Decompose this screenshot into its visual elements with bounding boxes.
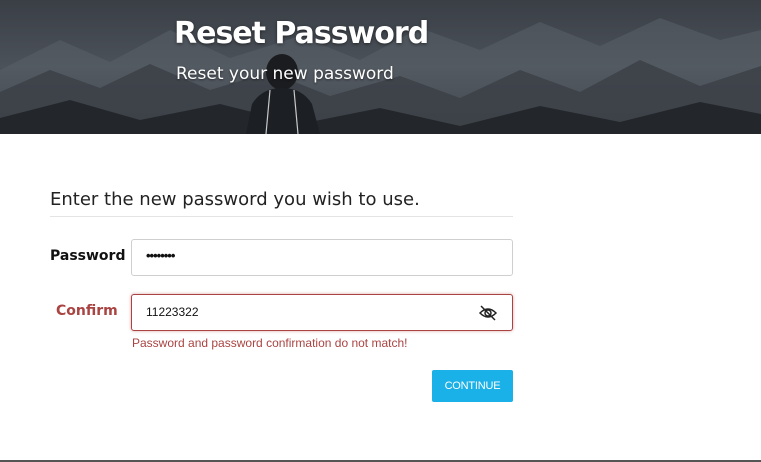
heading-divider (50, 216, 513, 217)
eye-slash-icon[interactable] (478, 303, 498, 323)
password-field[interactable]: •••••••• (131, 239, 513, 276)
page-subtitle: Reset your new password (176, 64, 394, 84)
page-title: Reset Password (174, 16, 429, 51)
confirm-password-field-value: 11223322 (146, 305, 199, 319)
password-label: Password (50, 248, 126, 264)
form-heading: Enter the new password you wish to use. (50, 189, 420, 210)
reset-password-page: Reset Password Reset your new password E… (0, 0, 761, 462)
password-mismatch-error: Password and password confirmation do no… (132, 336, 408, 350)
hero-banner: Reset Password Reset your new password (0, 0, 761, 134)
password-field-value: •••••••• (146, 248, 175, 263)
confirm-password-field[interactable]: 11223322 (131, 294, 513, 331)
continue-button[interactable]: CONTINUE (432, 370, 513, 402)
confirm-label: Confirm (56, 303, 118, 319)
